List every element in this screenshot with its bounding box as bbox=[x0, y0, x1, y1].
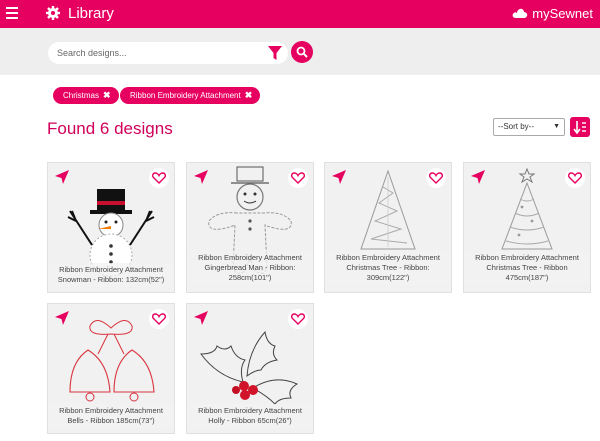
design-card-snowman[interactable]: Ribbon Embroidery Attachment Snowman - R… bbox=[47, 162, 175, 293]
brand-logo[interactable]: mySewnet bbox=[512, 6, 593, 21]
send-icon[interactable] bbox=[54, 310, 70, 326]
chevron-down-icon: ▼ bbox=[553, 123, 560, 130]
design-name: Bells - Ribbon 185cm(73") bbox=[67, 416, 155, 425]
design-name: Snowman - Ribbon: 132cm(52") bbox=[57, 275, 165, 284]
filter-icon[interactable] bbox=[266, 44, 284, 62]
send-icon[interactable] bbox=[470, 169, 486, 185]
results-count: Found 6 designs bbox=[47, 119, 173, 138]
design-caption: Ribbon Embroidery Attachment Snowman - R… bbox=[48, 263, 174, 287]
design-caption: Ribbon Embroidery Attachment Holly - Rib… bbox=[187, 404, 313, 428]
heart-icon bbox=[291, 313, 305, 325]
favorite-button[interactable] bbox=[565, 168, 585, 188]
gear-icon[interactable] bbox=[45, 5, 61, 21]
sort-selected-value: --Sort by-- bbox=[498, 122, 534, 131]
design-card-gingerbread-man[interactable]: Ribbon Embroidery Attachment Gingerbread… bbox=[186, 162, 314, 293]
cloud-icon bbox=[512, 8, 528, 18]
design-category: Ribbon Embroidery Attachment bbox=[336, 253, 440, 262]
design-category: Ribbon Embroidery Attachment bbox=[59, 265, 163, 274]
design-card-holly[interactable]: Ribbon Embroidery Attachment Holly - Rib… bbox=[186, 303, 314, 434]
favorite-button[interactable] bbox=[149, 309, 169, 329]
design-name: Christmas Tree - Ribbon: 309cm(122") bbox=[346, 263, 430, 282]
search-button[interactable] bbox=[291, 41, 313, 63]
design-category: Ribbon Embroidery Attachment bbox=[198, 406, 302, 415]
design-category: Ribbon Embroidery Attachment bbox=[59, 406, 163, 415]
send-icon[interactable] bbox=[331, 169, 347, 185]
sort-select[interactable]: --Sort by-- ▼ bbox=[493, 118, 565, 136]
filter-chip-ribbon-embroidery: Ribbon Embroidery Attachment ✖ bbox=[120, 87, 261, 104]
design-category: Ribbon Embroidery Attachment bbox=[198, 253, 302, 262]
favorite-button[interactable] bbox=[426, 168, 446, 188]
send-icon[interactable] bbox=[193, 310, 209, 326]
design-caption: Ribbon Embroidery Attachment Gingerbread… bbox=[187, 251, 313, 285]
sort-icon bbox=[573, 121, 586, 135]
design-name: Holly - Ribbon 65cm(26") bbox=[208, 416, 292, 425]
heart-icon bbox=[152, 313, 166, 325]
favorite-button[interactable] bbox=[149, 168, 169, 188]
send-icon[interactable] bbox=[54, 169, 70, 185]
design-card-christmas-tree[interactable]: Ribbon Embroidery Attachment Christmas T… bbox=[324, 162, 452, 293]
design-name: Gingerbread Man - Ribbon: 258cm(101") bbox=[204, 263, 296, 282]
heart-icon bbox=[429, 172, 443, 184]
send-icon[interactable] bbox=[193, 169, 209, 185]
design-category: Ribbon Embroidery Attachment bbox=[475, 253, 579, 262]
search-bar bbox=[0, 28, 600, 75]
design-caption: Ribbon Embroidery Attachment Bells - Rib… bbox=[48, 404, 174, 428]
sort-direction-button[interactable] bbox=[570, 117, 590, 137]
heart-icon bbox=[152, 172, 166, 184]
heart-icon bbox=[291, 172, 305, 184]
favorite-button[interactable] bbox=[288, 309, 308, 329]
chip-label: Ribbon Embroidery Attachment bbox=[130, 91, 241, 100]
page-title: Library bbox=[68, 5, 114, 22]
design-card-bells[interactable]: Ribbon Embroidery Attachment Bells - Rib… bbox=[47, 303, 175, 434]
search-icon bbox=[296, 46, 308, 58]
chip-label: Christmas bbox=[63, 91, 100, 100]
close-icon[interactable]: ✖ bbox=[245, 87, 253, 104]
design-name: Christmas Tree - Ribbon 475cm(187") bbox=[486, 263, 568, 282]
design-caption: Ribbon Embroidery Attachment Christmas T… bbox=[325, 251, 451, 285]
brand-name: mySewnet bbox=[532, 6, 593, 21]
favorite-button[interactable] bbox=[288, 168, 308, 188]
filter-chip-christmas: Christmas ✖ bbox=[53, 87, 119, 104]
design-card-christmas-tree-star[interactable]: Ribbon Embroidery Attachment Christmas T… bbox=[463, 162, 591, 293]
hamburger-icon[interactable] bbox=[6, 7, 18, 19]
search-input[interactable] bbox=[48, 42, 288, 64]
heart-icon bbox=[568, 172, 582, 184]
app-header: Library mySewnet bbox=[0, 0, 600, 28]
design-caption: Ribbon Embroidery Attachment Christmas T… bbox=[464, 251, 590, 285]
close-icon[interactable]: ✖ bbox=[103, 87, 111, 104]
